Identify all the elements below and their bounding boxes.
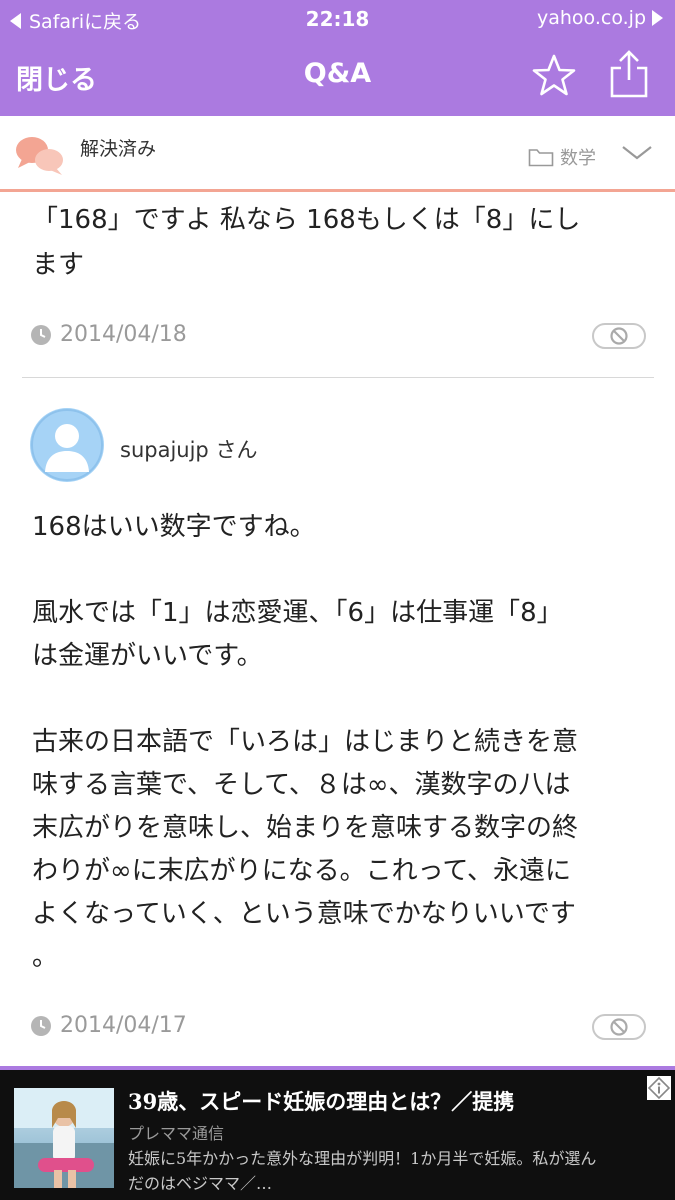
answer-date-row: 2014/04/17 xyxy=(30,1013,187,1038)
honorific: さん xyxy=(215,438,258,462)
ad-description: 妊娠に5年かかった意外な理由が判明！1か月半で妊娠。私が選ん だのはベジママ／… xyxy=(128,1146,660,1196)
speech-bubbles-icon xyxy=(16,137,63,175)
answer-line: 味する言葉で、そして、８は∞、漢数字の八は xyxy=(32,770,571,800)
answer-line: 「168」ですよ 私なら 168もしくは「8」にし xyxy=(32,205,581,235)
prohibited-icon xyxy=(610,1018,628,1036)
ad-thumbnail xyxy=(14,1088,114,1188)
ad-description-line: だのはベジママ／… xyxy=(128,1174,273,1193)
advertisement-banner[interactable]: 39歳、スピード妊娠の理由とは？／提携 プレママ通信 妊娠に5年かかった意外な理… xyxy=(0,1070,675,1200)
answer-line: わりが∞に末広がりになる。これって、永遠に xyxy=(32,856,572,886)
status-bar: Safariに戻る 22:18 yahoo.co.jp xyxy=(0,0,675,38)
answer-line: よくなっていく、という意味でかなりいいです xyxy=(32,899,576,929)
prohibited-icon xyxy=(610,327,628,345)
answerer-name[interactable]: supajujp さん xyxy=(120,434,257,464)
answer-line: 古来の日本語で「いろは」はじまりと続きを意 xyxy=(32,727,579,757)
answer-line: 風水では「1」は恋愛運、「6」は仕事運「8」 xyxy=(32,598,563,628)
folder-icon xyxy=(528,149,554,167)
ad-headline: 39歳、スピード妊娠の理由とは？／提携 xyxy=(128,1089,515,1114)
default-user-icon xyxy=(31,409,103,481)
ad-info-icon[interactable] xyxy=(647,1076,671,1100)
answer-line: 168はいい数字ですね。 xyxy=(32,512,316,542)
category-link[interactable]: 数学 xyxy=(528,144,596,170)
chevron-down-icon[interactable] xyxy=(620,142,654,164)
avatar[interactable] xyxy=(30,408,104,482)
star-icon[interactable] xyxy=(530,52,578,100)
answer-line: は金運がいいです。 xyxy=(32,641,263,671)
answer-line: ます xyxy=(32,250,85,280)
answer-date-row: 2014/04/18 xyxy=(30,322,187,347)
share-icon[interactable] xyxy=(606,48,652,100)
ad-photo-woman xyxy=(14,1088,114,1188)
block-button[interactable] xyxy=(592,1014,646,1040)
clock-icon xyxy=(31,1015,51,1036)
answer-line: 。 xyxy=(32,942,59,972)
category-label: 数学 xyxy=(560,148,596,169)
resolved-status: 解決済み xyxy=(80,138,157,160)
answer-body: 168はいい数字ですね。 風水では「1」は恋愛運、「6」は仕事運「8」 は金運が… xyxy=(32,506,644,979)
site-domain[interactable]: yahoo.co.jp xyxy=(537,7,663,29)
forward-arrow-icon xyxy=(652,10,663,26)
answer-date: 2014/04/18 xyxy=(60,322,187,347)
header-accent-line xyxy=(0,189,675,192)
clock-icon xyxy=(31,324,51,345)
question-header: 解決済み 数学 xyxy=(0,116,675,192)
answer-text: 「168」ですよ 私なら 168もしくは「8」にし ます xyxy=(32,198,652,288)
nav-bar: 閉じる Q&A xyxy=(0,38,675,116)
ad-source: プレママ通信 xyxy=(128,1124,225,1143)
answer-divider xyxy=(22,377,654,378)
answer-line: 末広がりを意味し、始まりを意味する数字の終 xyxy=(32,813,579,843)
answer-date: 2014/04/17 xyxy=(60,1013,187,1038)
site-label: yahoo.co.jp xyxy=(537,7,646,29)
ad-description-line: 妊娠に5年かかった意外な理由が判明！1か月半で妊娠。私が選ん xyxy=(128,1149,597,1168)
username: supajujp xyxy=(120,438,209,462)
block-button[interactable] xyxy=(592,323,646,349)
